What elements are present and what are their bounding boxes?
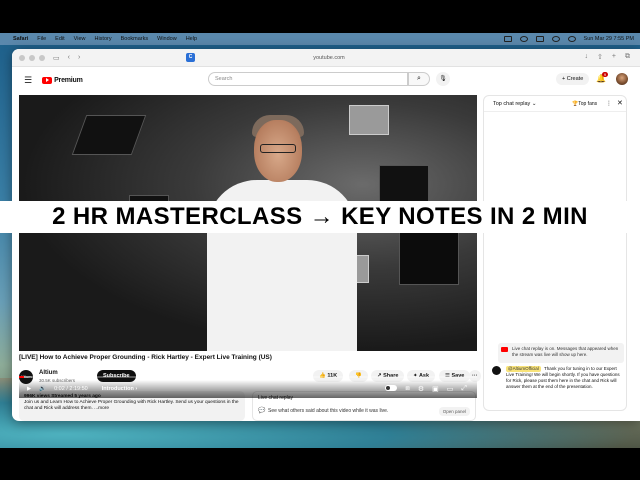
chat-mode-label: Top chat replay bbox=[493, 101, 531, 107]
youtube-header: ☰ Premium Search ⌕ 🎙 + Create 🔔 9 bbox=[12, 68, 640, 92]
pcb-connector bbox=[349, 105, 389, 135]
zoom-window-button[interactable] bbox=[39, 54, 45, 61]
pcb-chip bbox=[71, 115, 147, 155]
back-icon[interactable]: ‹ bbox=[68, 54, 70, 61]
logo-text: Premium bbox=[54, 76, 83, 84]
control-center-icon[interactable] bbox=[567, 36, 576, 42]
description-text: Join us and Learn How to Achieve Proper … bbox=[24, 400, 239, 412]
account-avatar[interactable] bbox=[616, 73, 628, 85]
search-button[interactable]: ⌕ bbox=[408, 72, 430, 86]
search-input[interactable]: Search bbox=[208, 72, 408, 86]
miniplayer-icon[interactable]: ▣ bbox=[432, 385, 439, 393]
close-window-button[interactable] bbox=[19, 54, 25, 61]
search-icon: ⌕ bbox=[417, 75, 421, 82]
chat-author-avatar[interactable] bbox=[492, 366, 501, 375]
video-title: [LIVE] How to Achieve Proper Grounding -… bbox=[19, 354, 272, 361]
chat-replay-notice: Live chat replay is on. Messages that ap… bbox=[498, 343, 624, 363]
macos-menu-bar: Safari File Edit View History Bookmarks … bbox=[0, 33, 640, 45]
menu-app-name[interactable]: Safari bbox=[13, 36, 28, 42]
open-panel-button[interactable]: Open panel bbox=[438, 407, 470, 416]
menu-history[interactable]: History bbox=[94, 36, 111, 42]
top-fans-label: Top fans bbox=[578, 101, 598, 107]
chat-panel: Top chat replay ⌄ 🏆Top fans ⋮ ✕ Live cha… bbox=[483, 95, 627, 411]
voice-search-icon[interactable]: 🎙 bbox=[436, 72, 450, 86]
overlay-caption: 2 HR MASTERCLASS → KEY NOTES IN 2 MIN bbox=[0, 201, 640, 233]
chat-more-icon[interactable]: ⋮ bbox=[606, 100, 612, 107]
time-display: 0:02 / 2:19:50 bbox=[54, 386, 88, 392]
pcb-chip bbox=[379, 165, 429, 205]
volume-icon[interactable]: 🔊 bbox=[39, 386, 46, 392]
sidebar-icon[interactable]: ▭ bbox=[53, 54, 60, 62]
close-chat-icon[interactable]: ✕ bbox=[617, 99, 623, 107]
menu-file[interactable]: File bbox=[37, 36, 46, 42]
create-button[interactable]: + Create bbox=[556, 73, 590, 85]
url-text[interactable]: youtube.com bbox=[313, 55, 345, 61]
youtube-logo[interactable]: Premium bbox=[42, 76, 83, 84]
battery-icon[interactable] bbox=[535, 36, 544, 42]
download-icon[interactable]: ↓ bbox=[585, 53, 589, 61]
screen-record-icon[interactable] bbox=[519, 36, 528, 42]
youtube-play-icon bbox=[42, 76, 53, 84]
tab-overview-icon[interactable]: ⧉ bbox=[625, 53, 630, 61]
share-icon[interactable]: ⇧ bbox=[597, 53, 603, 61]
menu-clock[interactable]: Sun Mar 29 7:55 PM bbox=[584, 36, 634, 42]
pcb-socket bbox=[399, 225, 459, 285]
menu-help[interactable]: Help bbox=[186, 36, 197, 42]
address-bar[interactable]: youtube.com bbox=[184, 52, 474, 64]
top-fans-button[interactable]: 🏆Top fans bbox=[572, 101, 597, 107]
forward-icon[interactable]: › bbox=[78, 54, 80, 61]
play-icon[interactable]: ▶ bbox=[27, 386, 31, 392]
youtube-mini-icon bbox=[501, 347, 508, 352]
settings-icon[interactable]: ⚙ bbox=[418, 385, 424, 393]
presenter-glasses bbox=[260, 144, 296, 153]
minimize-window-button[interactable] bbox=[29, 54, 35, 61]
menu-icon[interactable]: ☰ bbox=[24, 75, 32, 86]
notification-badge: 9 bbox=[602, 72, 608, 77]
menu-edit[interactable]: Edit bbox=[55, 36, 64, 42]
description-more-link[interactable]: ...more bbox=[94, 406, 109, 411]
wifi-icon[interactable] bbox=[551, 36, 560, 42]
fullscreen-icon[interactable]: ⤢ bbox=[461, 385, 467, 393]
safari-window: ▭ ‹ › C youtube.com ↓ ⇧ + ⧉ ☰ Premium Se… bbox=[12, 49, 640, 421]
chat-replay-notice-text: Live chat replay is on. Messages that ap… bbox=[512, 346, 619, 357]
progress-fill bbox=[19, 376, 24, 378]
chat-author-name[interactable]: @AltiumOfficial bbox=[506, 366, 541, 372]
chevron-down-icon: ⌄ bbox=[531, 101, 537, 107]
video-progress-bar[interactable] bbox=[19, 376, 477, 378]
chapter-button[interactable]: Introduction › bbox=[102, 386, 137, 392]
theater-icon[interactable]: ▭ bbox=[447, 385, 454, 393]
menu-bookmarks[interactable]: Bookmarks bbox=[121, 36, 149, 42]
status-icon[interactable] bbox=[503, 36, 512, 42]
title-bar: ▭ ‹ › C youtube.com ↓ ⇧ + ⧉ bbox=[12, 49, 640, 67]
chat-header: Top chat replay ⌄ 🏆Top fans ⋮ ✕ bbox=[484, 96, 626, 112]
menu-window[interactable]: Window bbox=[157, 36, 177, 42]
new-tab-icon[interactable]: + bbox=[612, 53, 616, 61]
chat-bubble-icon: 💬 bbox=[258, 408, 266, 414]
chat-mode-dropdown[interactable]: Top chat replay ⌄ bbox=[493, 101, 536, 107]
player-controls: ▶ 🔊 0:02 / 2:19:50 Introduction › ⧈ ⚙ ▣ … bbox=[19, 380, 477, 398]
live-chat-replay-text: See what others said about this video wh… bbox=[268, 408, 389, 414]
captions-icon[interactable]: ⧈ bbox=[405, 385, 409, 393]
menu-view[interactable]: View bbox=[74, 36, 86, 42]
autoplay-toggle[interactable] bbox=[385, 385, 398, 391]
